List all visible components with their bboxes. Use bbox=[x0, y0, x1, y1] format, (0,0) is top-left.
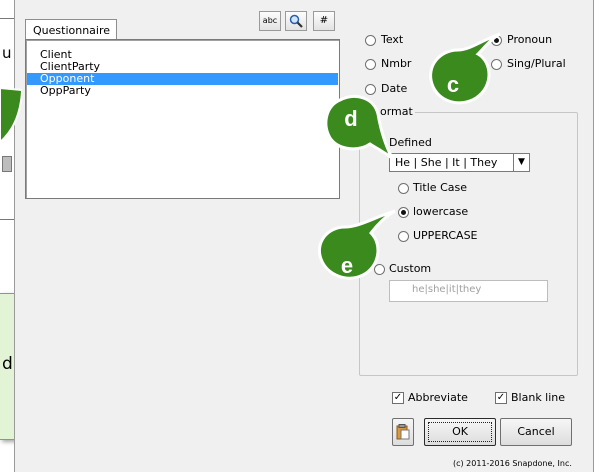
paste-button[interactable] bbox=[392, 418, 414, 446]
defined-select-value: He | She | It | They bbox=[395, 156, 498, 169]
left-divider-top bbox=[0, 18, 14, 19]
copyright-text: (c) 2011-2016 Snapdone, Inc. bbox=[453, 459, 572, 468]
ok-button[interactable]: OK bbox=[424, 418, 496, 446]
questionnaire-list[interactable]: Client ClientParty Opponent OppParty bbox=[25, 39, 340, 199]
abc-button[interactable]: abc bbox=[259, 11, 281, 31]
note-box-text: d bbox=[2, 354, 13, 374]
radio-title-case-label: Title Case bbox=[413, 181, 467, 194]
number-button[interactable]: # bbox=[313, 11, 335, 31]
radio-lowercase[interactable] bbox=[398, 207, 409, 218]
checkbox-abbreviate[interactable]: ✓ bbox=[392, 392, 404, 404]
radio-uppercase[interactable] bbox=[398, 231, 409, 242]
search-icon bbox=[289, 14, 303, 28]
checkbox-blank-line[interactable]: ✓ bbox=[495, 392, 507, 404]
radio-sing-plural-label: Sing/Plural bbox=[507, 57, 566, 70]
list-item[interactable]: OppParty bbox=[27, 85, 338, 97]
tab-questionnaire[interactable]: Questionnaire bbox=[25, 19, 117, 40]
number-label: # bbox=[319, 15, 329, 26]
chevron-down-icon[interactable]: ▼ bbox=[513, 153, 530, 172]
cancel-label: Cancel bbox=[517, 425, 555, 438]
left-fragment-icon bbox=[2, 156, 12, 172]
radio-text[interactable] bbox=[365, 35, 376, 46]
left-fragment-top-text: u bbox=[2, 44, 12, 62]
radio-nmbr[interactable] bbox=[365, 59, 376, 70]
callout-c-label: c bbox=[446, 72, 460, 97]
search-button[interactable] bbox=[285, 11, 307, 31]
radio-uppercase-label: UPPERCASE bbox=[413, 229, 478, 242]
radio-title-case[interactable] bbox=[398, 183, 409, 194]
radio-pronoun-label: Pronoun bbox=[507, 33, 553, 46]
callout-e-label: e bbox=[340, 253, 354, 278]
radio-text-label: Text bbox=[381, 33, 404, 46]
defined-select[interactable]: He | She | It | They bbox=[389, 153, 530, 172]
radio-nmbr-label: Nmbr bbox=[381, 57, 412, 70]
callout-d-label: d bbox=[344, 106, 358, 131]
radio-lowercase-label: lowercase bbox=[413, 205, 469, 218]
checkbox-blank-line-label: Blank line bbox=[511, 391, 566, 404]
clipboard-icon bbox=[396, 424, 410, 440]
left-divider-bottom bbox=[0, 219, 14, 220]
custom-field[interactable]: he|she|it|they bbox=[389, 280, 548, 302]
abc-label: abc bbox=[262, 16, 278, 25]
callout-left bbox=[0, 86, 22, 144]
cancel-button[interactable]: Cancel bbox=[500, 418, 572, 446]
checkbox-abbreviate-label: Abbreviate bbox=[408, 391, 468, 404]
